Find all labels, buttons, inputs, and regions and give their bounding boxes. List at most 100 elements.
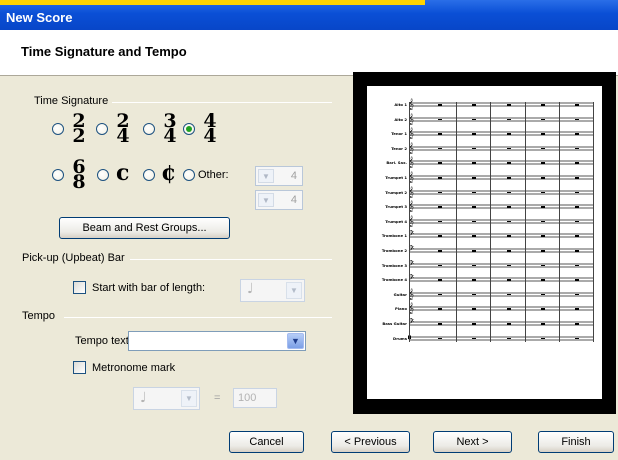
whole-rest: [506, 177, 511, 179]
whole-rest: [506, 147, 511, 150]
staff-label: Drums: [393, 335, 407, 341]
staff-label: Piano: [395, 306, 407, 312]
whole-rest: [472, 206, 477, 208]
whole-rest: [574, 264, 579, 267]
page-title: Time Signature and Tempo: [21, 44, 187, 59]
time-sig-radio-2-2[interactable]: [52, 123, 64, 135]
whole-rest: [472, 147, 477, 150]
whole-rest: [438, 323, 443, 325]
whole-rest: [540, 293, 545, 296]
time-signature-group-label: Time Signature: [34, 95, 113, 107]
whole-rest: [574, 133, 579, 135]
whole-rest: [472, 235, 477, 237]
chevron-down-icon[interactable]: ▼: [287, 333, 304, 349]
whole-rest: [540, 337, 545, 340]
pickup-checkbox[interactable]: [73, 281, 86, 294]
whole-rest: [438, 118, 443, 121]
whole-rest: [574, 191, 579, 194]
whole-rest: [540, 162, 545, 164]
other-numerator-spinner[interactable]: ▼ 4: [255, 166, 303, 186]
staff-lines: [409, 306, 594, 313]
chevron-down-icon[interactable]: ▼: [258, 169, 274, 183]
whole-rest: [506, 191, 511, 194]
whole-rest: [472, 308, 477, 310]
metronome-checkbox[interactable]: [73, 361, 86, 374]
whole-rest: [506, 250, 511, 252]
chevron-down-icon[interactable]: ▼: [286, 282, 302, 299]
time-sig-radio-other[interactable]: [183, 169, 195, 181]
bar-line: [593, 102, 594, 342]
beam-and-rest-groups-button[interactable]: Beam and Rest Groups...: [59, 217, 230, 239]
whole-rest: [438, 177, 443, 179]
staff-lines: [409, 248, 594, 254]
whole-rest: [472, 191, 477, 194]
chevron-down-icon[interactable]: ▼: [181, 390, 197, 407]
time-signature-divider: [110, 102, 332, 103]
pickup-length-dropdown[interactable]: ♩ ▼: [240, 279, 305, 302]
time-sig-radio-6-8[interactable]: [52, 169, 64, 181]
whole-rest: [540, 279, 545, 281]
title-accent-stripe: [0, 0, 425, 5]
whole-rest: [506, 206, 511, 208]
whole-rest: [438, 337, 443, 340]
cancel-button[interactable]: Cancel: [229, 431, 304, 453]
whole-rest: [540, 220, 545, 223]
staff-label: Trombone 1: [381, 233, 407, 239]
metronome-bpm-field[interactable]: 100: [233, 388, 277, 408]
whole-rest: [574, 293, 579, 296]
whole-rest: [506, 293, 511, 296]
whole-rest: [506, 279, 511, 281]
whole-rest: [540, 191, 545, 194]
whole-rest: [472, 104, 477, 106]
staff-label: Trumpet 4: [385, 218, 407, 224]
tempo-divider: [64, 317, 332, 318]
bar-line: [490, 102, 492, 342]
whole-rest: [540, 323, 545, 325]
staff-label: Trombone 4: [381, 277, 407, 283]
whole-rest: [574, 118, 579, 121]
staff-lines: [409, 277, 594, 284]
whole-rest: [506, 323, 511, 325]
staff-label: Trumpet 1: [385, 175, 407, 180]
staff-lines: [409, 218, 594, 225]
whole-rest: [438, 279, 443, 281]
score-preview-page: Alto 1 𝄞 Alto 2 𝄞 Tenor 1 𝄞 Tenor 2 𝄞 Bari. Sax.…: [367, 86, 602, 399]
whole-rest: [540, 118, 545, 121]
time-sig-radio-4-4[interactable]: [183, 123, 195, 135]
whole-rest: [438, 104, 443, 106]
previous-button[interactable]: < Previous: [331, 431, 410, 453]
staff-label: Guitar: [393, 291, 407, 297]
quarter-note-icon: ♩: [247, 281, 254, 297]
whole-rest: [472, 162, 477, 164]
pickup-checkbox-label: Start with bar of length:: [92, 282, 206, 294]
time-sig-radio-3-4[interactable]: [143, 123, 155, 135]
staff-lines: [409, 116, 594, 123]
staff-lines: [409, 321, 594, 327]
cut-time-symbol: ¢: [161, 160, 177, 186]
whole-rest: [506, 308, 511, 310]
whole-rest: [540, 308, 545, 310]
time-sig-radio-cut[interactable]: [143, 169, 155, 181]
time-sig-6-8: 68: [72, 156, 86, 193]
whole-rest: [438, 308, 443, 310]
time-sig-radio-2-4[interactable]: [96, 123, 108, 135]
whole-rest: [472, 337, 477, 340]
finish-button[interactable]: Finish: [538, 431, 614, 453]
whole-rest: [574, 147, 579, 150]
whole-rest: [472, 264, 477, 267]
staff-label: Trombone 3: [381, 262, 407, 268]
other-denominator-spinner[interactable]: ▼ 4: [255, 190, 303, 210]
window-title: New Score: [6, 10, 73, 25]
tempo-text-combobox[interactable]: ▼: [128, 331, 306, 351]
whole-rest: [438, 191, 443, 194]
time-sig-radio-common[interactable]: [97, 169, 109, 181]
metronome-note-dropdown[interactable]: ♩ ▼: [133, 387, 200, 410]
metronome-checkbox-label: Metronome mark: [92, 362, 176, 374]
staff-label: Bari. Sax.: [386, 160, 407, 166]
staff-lines: [409, 131, 594, 138]
next-button[interactable]: Next >: [433, 431, 512, 453]
chevron-down-icon[interactable]: ▼: [258, 193, 274, 207]
whole-rest: [574, 206, 579, 208]
whole-rest: [438, 147, 443, 150]
staff-lines: [409, 175, 594, 181]
